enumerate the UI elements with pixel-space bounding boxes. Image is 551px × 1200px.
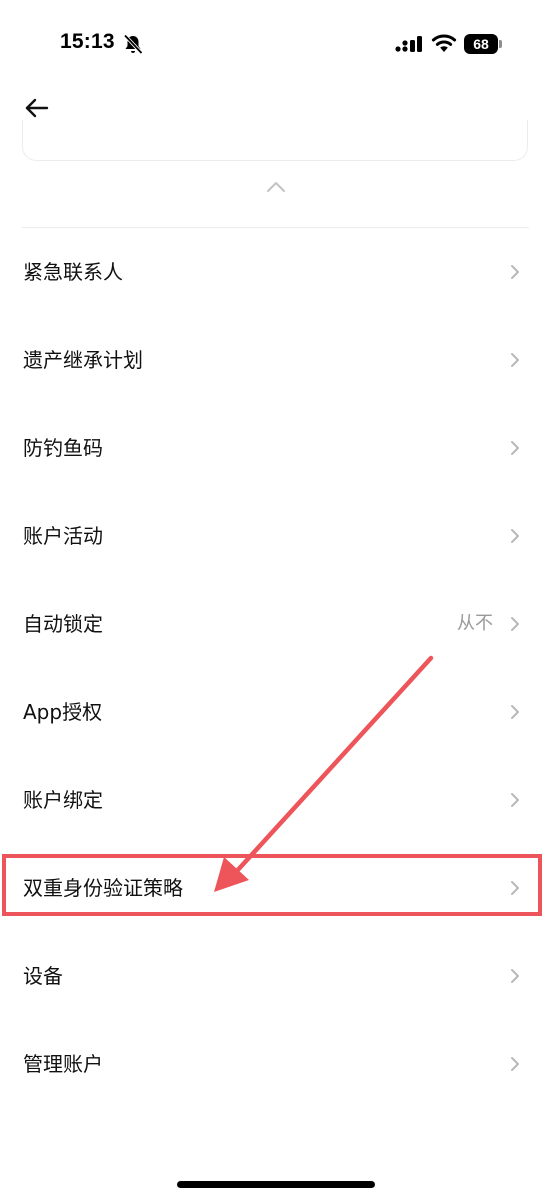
setting-emergency-contacts[interactable]: 紧急联系人 xyxy=(0,228,551,316)
setting-label: 管理账户 xyxy=(23,1052,103,1076)
setting-label: 遗产继承计划 xyxy=(23,348,143,372)
setting-label: 自动锁定 xyxy=(23,612,103,636)
setting-label: 防钓鱼码 xyxy=(23,436,103,460)
setting-inheritance-plan[interactable]: 遗产继承计划 xyxy=(0,316,551,404)
chevron-right-icon xyxy=(511,441,519,455)
chevron-right-icon xyxy=(511,529,519,543)
battery-tip xyxy=(499,40,502,48)
chevron-right-icon xyxy=(511,969,519,983)
bell-off-icon xyxy=(123,34,143,55)
battery-level: 68 xyxy=(464,34,498,54)
chevron-right-icon xyxy=(511,617,519,631)
setting-account-binding[interactable]: 账户绑定 xyxy=(0,756,551,844)
wifi-icon xyxy=(431,34,457,52)
chevron-right-icon xyxy=(511,353,519,367)
collapsed-card xyxy=(22,120,528,161)
setting-label: 账户绑定 xyxy=(23,788,103,812)
chevron-right-icon xyxy=(511,881,519,895)
home-indicator[interactable] xyxy=(177,1181,375,1188)
setting-account-activity[interactable]: 账户活动 xyxy=(0,492,551,580)
setting-label: 设备 xyxy=(23,964,63,988)
chevron-up-icon[interactable] xyxy=(263,176,289,196)
setting-app-authorization[interactable]: App授权 xyxy=(0,668,551,756)
chevron-right-icon xyxy=(511,705,519,719)
setting-two-factor-policy[interactable]: 双重身份验证策略 xyxy=(0,844,551,932)
chevron-right-icon xyxy=(511,1057,519,1071)
chevron-right-icon xyxy=(511,793,519,807)
setting-label: 双重身份验证策略 xyxy=(23,876,183,900)
setting-label: 紧急联系人 xyxy=(23,260,123,284)
battery-indicator: 68 xyxy=(464,34,502,54)
setting-devices[interactable]: 设备 xyxy=(0,932,551,1020)
chevron-right-icon xyxy=(511,265,519,279)
setting-value: 从不 xyxy=(457,613,493,634)
setting-anti-phishing-code[interactable]: 防钓鱼码 xyxy=(0,404,551,492)
status-time: 15:13 xyxy=(60,30,115,53)
signal-icon xyxy=(395,36,422,52)
setting-label: 账户活动 xyxy=(23,524,103,548)
status-bar: 15:13 68 xyxy=(0,0,551,90)
setting-manage-account[interactable]: 管理账户 xyxy=(0,1020,551,1108)
setting-auto-lock[interactable]: 自动锁定 从不 xyxy=(0,580,551,668)
setting-label: App授权 xyxy=(23,700,103,724)
